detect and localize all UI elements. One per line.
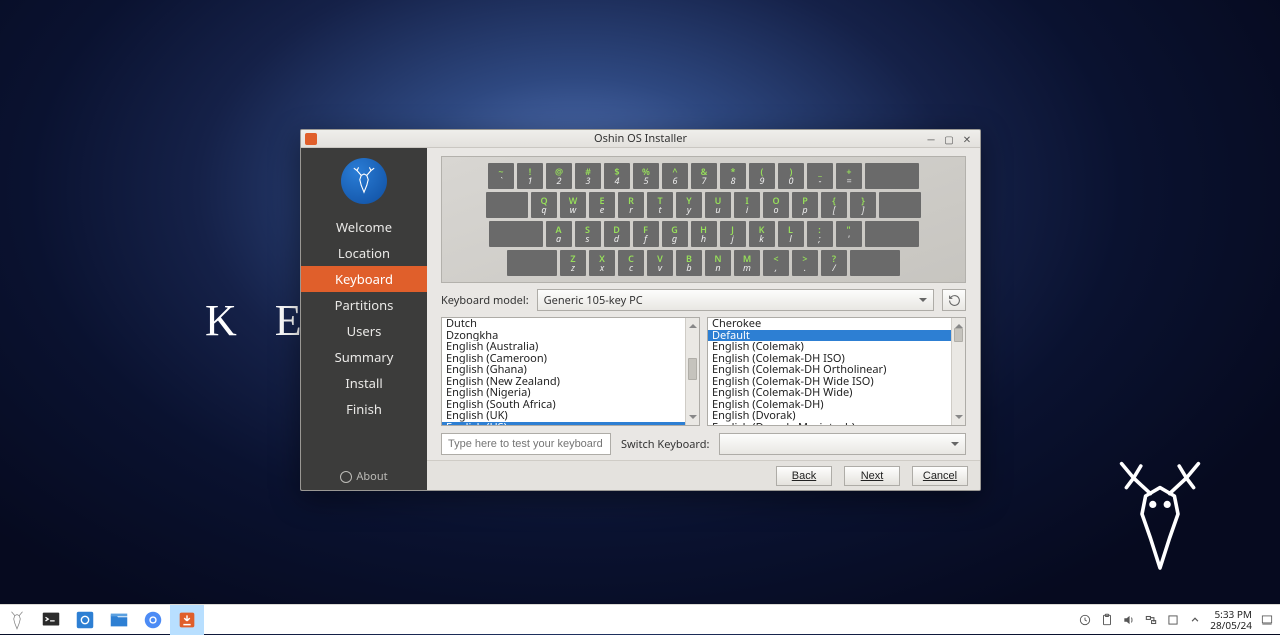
list-item[interactable]: English (New Zealand) (442, 376, 685, 388)
titlebar[interactable]: Oshin OS Installer ─ ▢ ✕ (301, 130, 980, 148)
list-item[interactable]: Dzongkha (442, 330, 685, 342)
show-desktop-button[interactable] (1260, 613, 1274, 627)
start-button[interactable] (0, 605, 34, 635)
list-item[interactable]: English (Colemak-DH Wide) (708, 387, 951, 399)
scrollbar[interactable] (685, 318, 699, 425)
scrollbar[interactable] (951, 318, 965, 425)
sidebar: WelcomeLocationKeyboardPartitionsUsersSu… (301, 148, 427, 490)
keyboard-model-select[interactable]: Generic 105-key PC (537, 289, 934, 311)
list-item[interactable]: English (Australia) (442, 341, 685, 353)
list-item[interactable]: English (Dvorak) (708, 410, 951, 422)
variant-list[interactable]: CherokeeDefaultEnglish (Colemak)English … (707, 317, 966, 426)
list-item[interactable]: English (Colemak-DH Ortholinear) (708, 364, 951, 376)
taskbar: 5:33 PM28/05/24 (0, 604, 1280, 634)
switch-keyboard-label: Switch Keyboard: (621, 437, 709, 452)
list-item[interactable]: English (Cameroon) (442, 353, 685, 365)
wizard-footer: Back Next Cancel (427, 460, 980, 490)
sidebar-step-keyboard[interactable]: Keyboard (301, 266, 427, 292)
list-item[interactable]: Dutch (442, 318, 685, 330)
list-item[interactable]: English (South Africa) (442, 399, 685, 411)
switch-keyboard-select[interactable] (719, 433, 966, 455)
list-item[interactable]: English (Colemak-DH Wide ISO) (708, 376, 951, 388)
list-item[interactable]: English (Nigeria) (442, 387, 685, 399)
taskbar-app-settings[interactable] (68, 605, 102, 635)
list-item[interactable]: English (Dvorak, Macintosh) (708, 422, 951, 426)
list-item[interactable]: English (Colemak-DH ISO) (708, 353, 951, 365)
list-item[interactable]: English (US) (442, 422, 685, 426)
taskbar-app-installer[interactable] (170, 605, 204, 635)
minimize-icon[interactable]: ─ (924, 132, 938, 146)
sidebar-step-install[interactable]: Install (301, 370, 427, 396)
list-item[interactable]: English (UK) (442, 410, 685, 422)
sidebar-step-location[interactable]: Location (301, 240, 427, 266)
list-item[interactable]: English (Colemak-DH) (708, 399, 951, 411)
tray-icon[interactable] (1078, 613, 1092, 627)
back-button[interactable]: Back (776, 466, 832, 486)
sidebar-step-welcome[interactable]: Welcome (301, 214, 427, 240)
distro-logo (341, 158, 387, 204)
keyboard-model-label: Keyboard model: (441, 293, 529, 308)
cancel-button[interactable]: Cancel (912, 466, 968, 486)
about-link[interactable]: About (340, 463, 387, 490)
network-icon[interactable] (1144, 613, 1158, 627)
tray-icon[interactable] (1166, 613, 1180, 627)
chevron-up-icon[interactable] (1188, 613, 1202, 627)
list-item[interactable]: Default (708, 330, 951, 342)
volume-icon[interactable] (1122, 613, 1136, 627)
sidebar-step-users[interactable]: Users (301, 318, 427, 344)
window-title: Oshin OS Installer (594, 131, 687, 146)
system-tray: 5:33 PM28/05/24 (1078, 609, 1280, 631)
maximize-icon[interactable]: ▢ (942, 132, 956, 146)
app-icon (305, 133, 317, 145)
list-item[interactable]: Cherokee (708, 318, 951, 330)
close-icon[interactable]: ✕ (960, 132, 974, 146)
keyboard-test-input[interactable] (441, 433, 611, 455)
next-button[interactable]: Next (844, 466, 900, 486)
sidebar-step-summary[interactable]: Summary (301, 344, 427, 370)
clock[interactable]: 5:33 PM28/05/24 (1210, 609, 1252, 631)
layout-list[interactable]: DutchDzongkhaEnglish (Australia)English … (441, 317, 700, 426)
sidebar-step-finish[interactable]: Finish (301, 396, 427, 422)
sidebar-step-partitions[interactable]: Partitions (301, 292, 427, 318)
keyboard-preview: ~`!1@2#3$4%5^6&7*8(9)0_-+=QqWwEeRrTtYyUu… (441, 156, 966, 283)
installer-window: Oshin OS Installer ─ ▢ ✕ WelcomeLocation… (300, 129, 981, 491)
list-item[interactable]: English (Ghana) (442, 364, 685, 376)
reset-model-button[interactable] (942, 289, 966, 311)
taskbar-app-chromium[interactable] (136, 605, 170, 635)
taskbar-app-terminal[interactable] (34, 605, 68, 635)
list-item[interactable]: English (Colemak) (708, 341, 951, 353)
taskbar-app-files[interactable] (102, 605, 136, 635)
clipboard-icon[interactable] (1100, 613, 1114, 627)
os-logo-desktop (1100, 454, 1220, 574)
